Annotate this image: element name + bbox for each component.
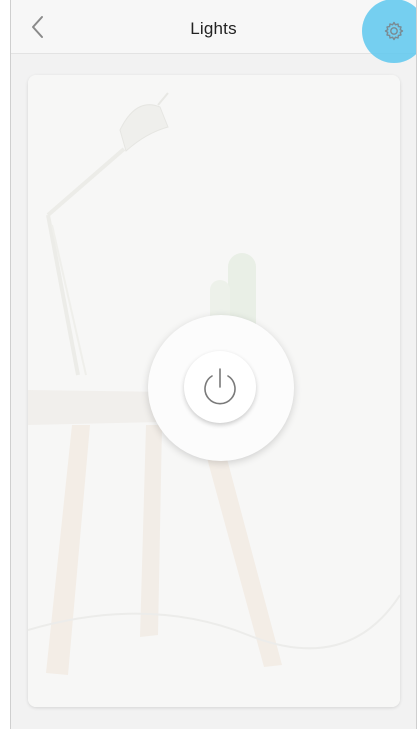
room-photo-card — [28, 75, 400, 707]
app-screen: Lights — [10, 0, 417, 729]
settings-button[interactable] — [383, 20, 405, 42]
navigation-bar: Lights — [11, 0, 416, 63]
power-button-inner — [184, 351, 256, 423]
power-toggle-button[interactable] — [148, 315, 294, 461]
page-title: Lights — [190, 19, 237, 38]
power-icon — [204, 368, 236, 405]
gear-icon — [384, 21, 404, 41]
